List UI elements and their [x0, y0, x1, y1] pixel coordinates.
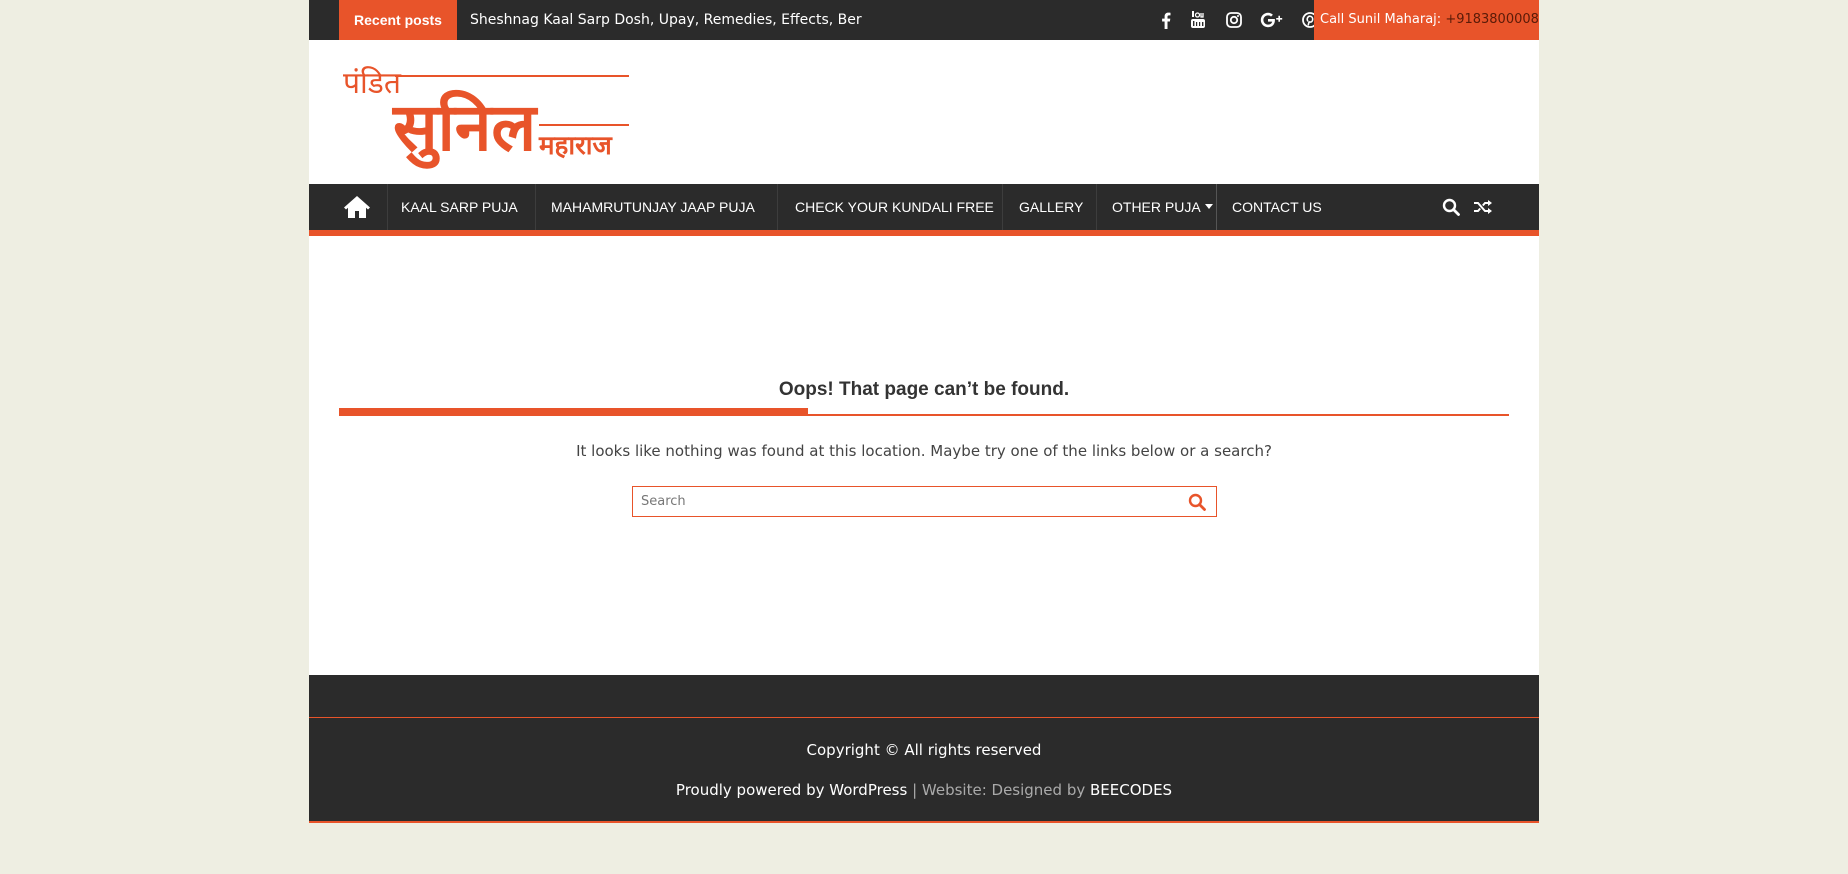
- not-found-message: It looks like nothing was found at this …: [576, 442, 1272, 460]
- nav-separator: [1096, 184, 1097, 230]
- nav-item-contact-us[interactable]: CONTACT US: [1232, 184, 1322, 230]
- caret-down-icon: [1205, 204, 1213, 209]
- logo-line2: सुनिल: [391, 89, 538, 169]
- logo-line3: महाराज: [538, 131, 613, 161]
- call-number[interactable]: +918380000844: [1445, 12, 1539, 27]
- nav-separator: [535, 184, 536, 230]
- footer-accent-line: [309, 821, 1539, 823]
- page-title: Oops! That page can’t be found.: [778, 379, 1070, 400]
- nav-separator: [1002, 184, 1003, 230]
- wordpress-link[interactable]: WordPress: [829, 781, 907, 799]
- main-navigation: KAAL SARP PUJA MAHAMRUTUNJAY JAAP PUJA C…: [309, 184, 1539, 230]
- page-container: Recent posts Sheshnag Kaal Sarp Dosh, Up…: [309, 0, 1539, 823]
- call-label: Call Sunil Maharaj:: [1320, 12, 1446, 27]
- powered-by-text: Proudly powered by WordPress | Website: …: [309, 781, 1539, 799]
- search-submit-icon[interactable]: [1182, 487, 1212, 516]
- nav-separator: [1216, 184, 1217, 230]
- footer-divider: [309, 717, 1539, 718]
- nav-item-mahamrutunjay[interactable]: MAHAMRUTUNJAY JAAP PUJA: [551, 184, 755, 230]
- beecodes-link[interactable]: BEECODES: [1090, 781, 1172, 799]
- nav-item-kundali[interactable]: CHECK YOUR KUNDALI FREE: [795, 184, 994, 230]
- powered-prefix: Proudly powered by: [675, 781, 830, 799]
- recent-posts-label: Recent posts: [339, 0, 457, 40]
- nav-item-other-puja[interactable]: OTHER PUJA: [1112, 184, 1201, 230]
- search-icon[interactable]: [1436, 184, 1466, 230]
- nav-separator: [777, 184, 778, 230]
- title-accent-bar: [339, 408, 808, 415]
- nav-item-gallery[interactable]: GALLERY: [1019, 184, 1083, 230]
- nav-accent-bar: [309, 230, 1539, 236]
- facebook-icon[interactable]: [1151, 0, 1181, 40]
- shuffle-icon[interactable]: [1468, 184, 1498, 230]
- youtube-icon[interactable]: [1183, 0, 1213, 40]
- home-icon[interactable]: [339, 184, 375, 230]
- nav-separator: [387, 184, 388, 230]
- google-plus-icon[interactable]: [1257, 0, 1287, 40]
- instagram-icon[interactable]: [1219, 0, 1249, 40]
- call-info: Call Sunil Maharaj: +918380000844: [1314, 0, 1539, 40]
- site-footer: Copyright © All rights reserved Proudly …: [309, 675, 1539, 823]
- site-logo[interactable]: पंडित सुनिल महाराज: [343, 62, 633, 172]
- recent-post-link[interactable]: Sheshnag Kaal Sarp Dosh, Upay, Remedies,…: [470, 0, 862, 40]
- search-form: [632, 486, 1217, 517]
- designed-by-text: | Website: Designed by: [907, 781, 1090, 799]
- search-input[interactable]: [633, 487, 1173, 516]
- nav-item-kaal-sarp-puja[interactable]: KAAL SARP PUJA: [401, 184, 518, 230]
- top-bar: Recent posts Sheshnag Kaal Sarp Dosh, Up…: [309, 0, 1539, 40]
- copyright-text: Copyright © All rights reserved: [806, 741, 1042, 759]
